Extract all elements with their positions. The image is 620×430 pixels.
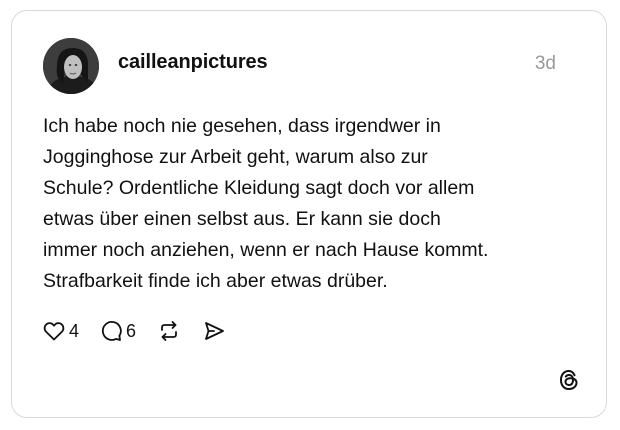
post-timestamp: 3d [534, 53, 556, 74]
post-text-line: Strafbarkeit finde ich aber etwas drüber… [43, 270, 388, 292]
post-card: cailleanpictures 3d Ich habe noch nie ge… [11, 10, 607, 418]
avatar[interactable] [43, 38, 99, 94]
post-text: Ich habe noch nie gesehen, dass irgendwe… [43, 111, 573, 297]
post-text-line: immer noch anziehen, wenn er nach Hause … [43, 239, 489, 261]
send-icon [202, 319, 226, 343]
like-count: 4 [69, 320, 80, 341]
action-bar: 4 6 [42, 317, 246, 345]
username[interactable]: cailleanpictures [118, 51, 268, 74]
post-text-line: etwas über einen selbst aus. Er kann sie… [43, 208, 441, 230]
share-button[interactable] [202, 319, 226, 343]
threads-logo-icon [556, 367, 582, 393]
reply-count: 6 [126, 320, 137, 341]
post-text-line: Schule? Ordentliche Kleidung sagt doch v… [43, 177, 475, 199]
like-button[interactable]: 4 [42, 319, 79, 343]
comment-icon [99, 319, 123, 343]
heart-icon [42, 319, 66, 343]
post-text-line: Jogginghose zur Arbeit geht, warum also … [43, 146, 428, 168]
post-text-line: Ich habe noch nie gesehen, dass irgendwe… [43, 115, 441, 137]
repost-button[interactable] [156, 319, 182, 343]
reply-button[interactable]: 6 [99, 319, 136, 343]
repost-icon [156, 319, 182, 343]
